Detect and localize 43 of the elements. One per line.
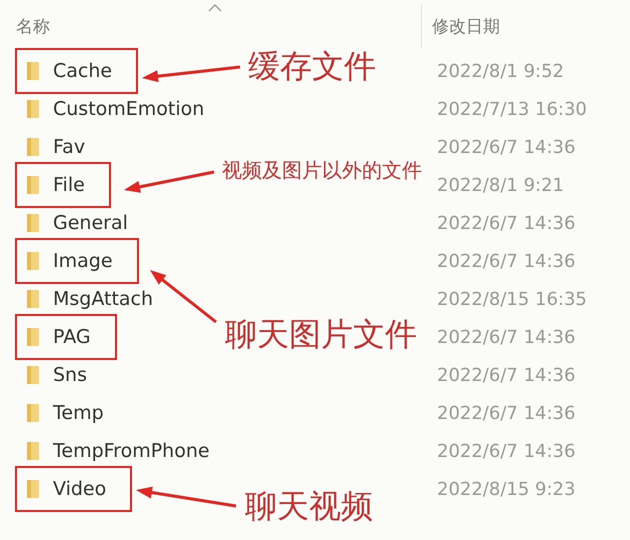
folder-name[interactable]: Video <box>53 478 106 500</box>
modified-date: 2022/8/1 9:21 <box>437 174 564 196</box>
folder-name[interactable]: File <box>53 174 85 196</box>
modified-date: 2022/7/13 16:30 <box>437 98 587 120</box>
folder-name[interactable]: Sns <box>53 364 88 386</box>
annotation-text: 视频及图片以外的文件 <box>222 160 422 180</box>
modified-date: 2022/8/15 9:23 <box>437 478 576 500</box>
folder-icon <box>27 138 39 156</box>
folder-name[interactable]: Image <box>53 250 113 272</box>
annotation-text: 聊天视频 <box>245 490 373 522</box>
folder-icon <box>27 214 39 232</box>
folder-icon <box>27 480 39 498</box>
folder-name[interactable]: MsgAttach <box>53 288 154 310</box>
modified-date: 2022/6/7 14:36 <box>437 136 576 158</box>
folder-icon <box>27 366 39 384</box>
modified-date: 2022/8/15 16:35 <box>437 288 587 310</box>
folder-name[interactable]: Cache <box>53 60 112 82</box>
folder-name[interactable]: TempFromPhone <box>53 440 210 462</box>
modified-date: 2022/6/7 14:36 <box>437 440 576 462</box>
folder-icon <box>27 404 39 422</box>
folder-icon <box>27 62 39 80</box>
folder-icon <box>27 176 39 194</box>
folder-name[interactable]: Temp <box>53 402 104 424</box>
modified-date: 2022/6/7 14:36 <box>437 212 576 234</box>
folder-name[interactable]: PAG <box>53 326 91 348</box>
folder-name[interactable]: Fav <box>53 136 86 158</box>
arrow <box>150 270 217 324</box>
annotation-text: 缓存文件 <box>248 50 376 82</box>
folder-name[interactable]: General <box>53 212 128 234</box>
column-header[interactable]: 修改日期 <box>422 15 500 52</box>
modified-date: 2022/6/7 14:36 <box>437 364 576 386</box>
modified-date: 2022/6/7 14:36 <box>437 402 576 424</box>
folder-icon <box>27 252 39 270</box>
folder-icon <box>27 328 39 346</box>
sort-caret-icon[interactable] <box>208 4 222 12</box>
folder-name[interactable]: CustomEmotion <box>53 98 204 120</box>
folder-icon <box>27 100 39 118</box>
modified-date: 2022/6/7 14:36 <box>437 326 576 348</box>
modified-date: 2022/6/7 14:36 <box>437 250 576 272</box>
modified-date: 2022/8/1 9:52 <box>437 60 564 82</box>
annotation-text: 聊天图片文件 <box>225 318 417 350</box>
folder-icon <box>27 442 39 460</box>
folder-icon <box>27 290 39 308</box>
